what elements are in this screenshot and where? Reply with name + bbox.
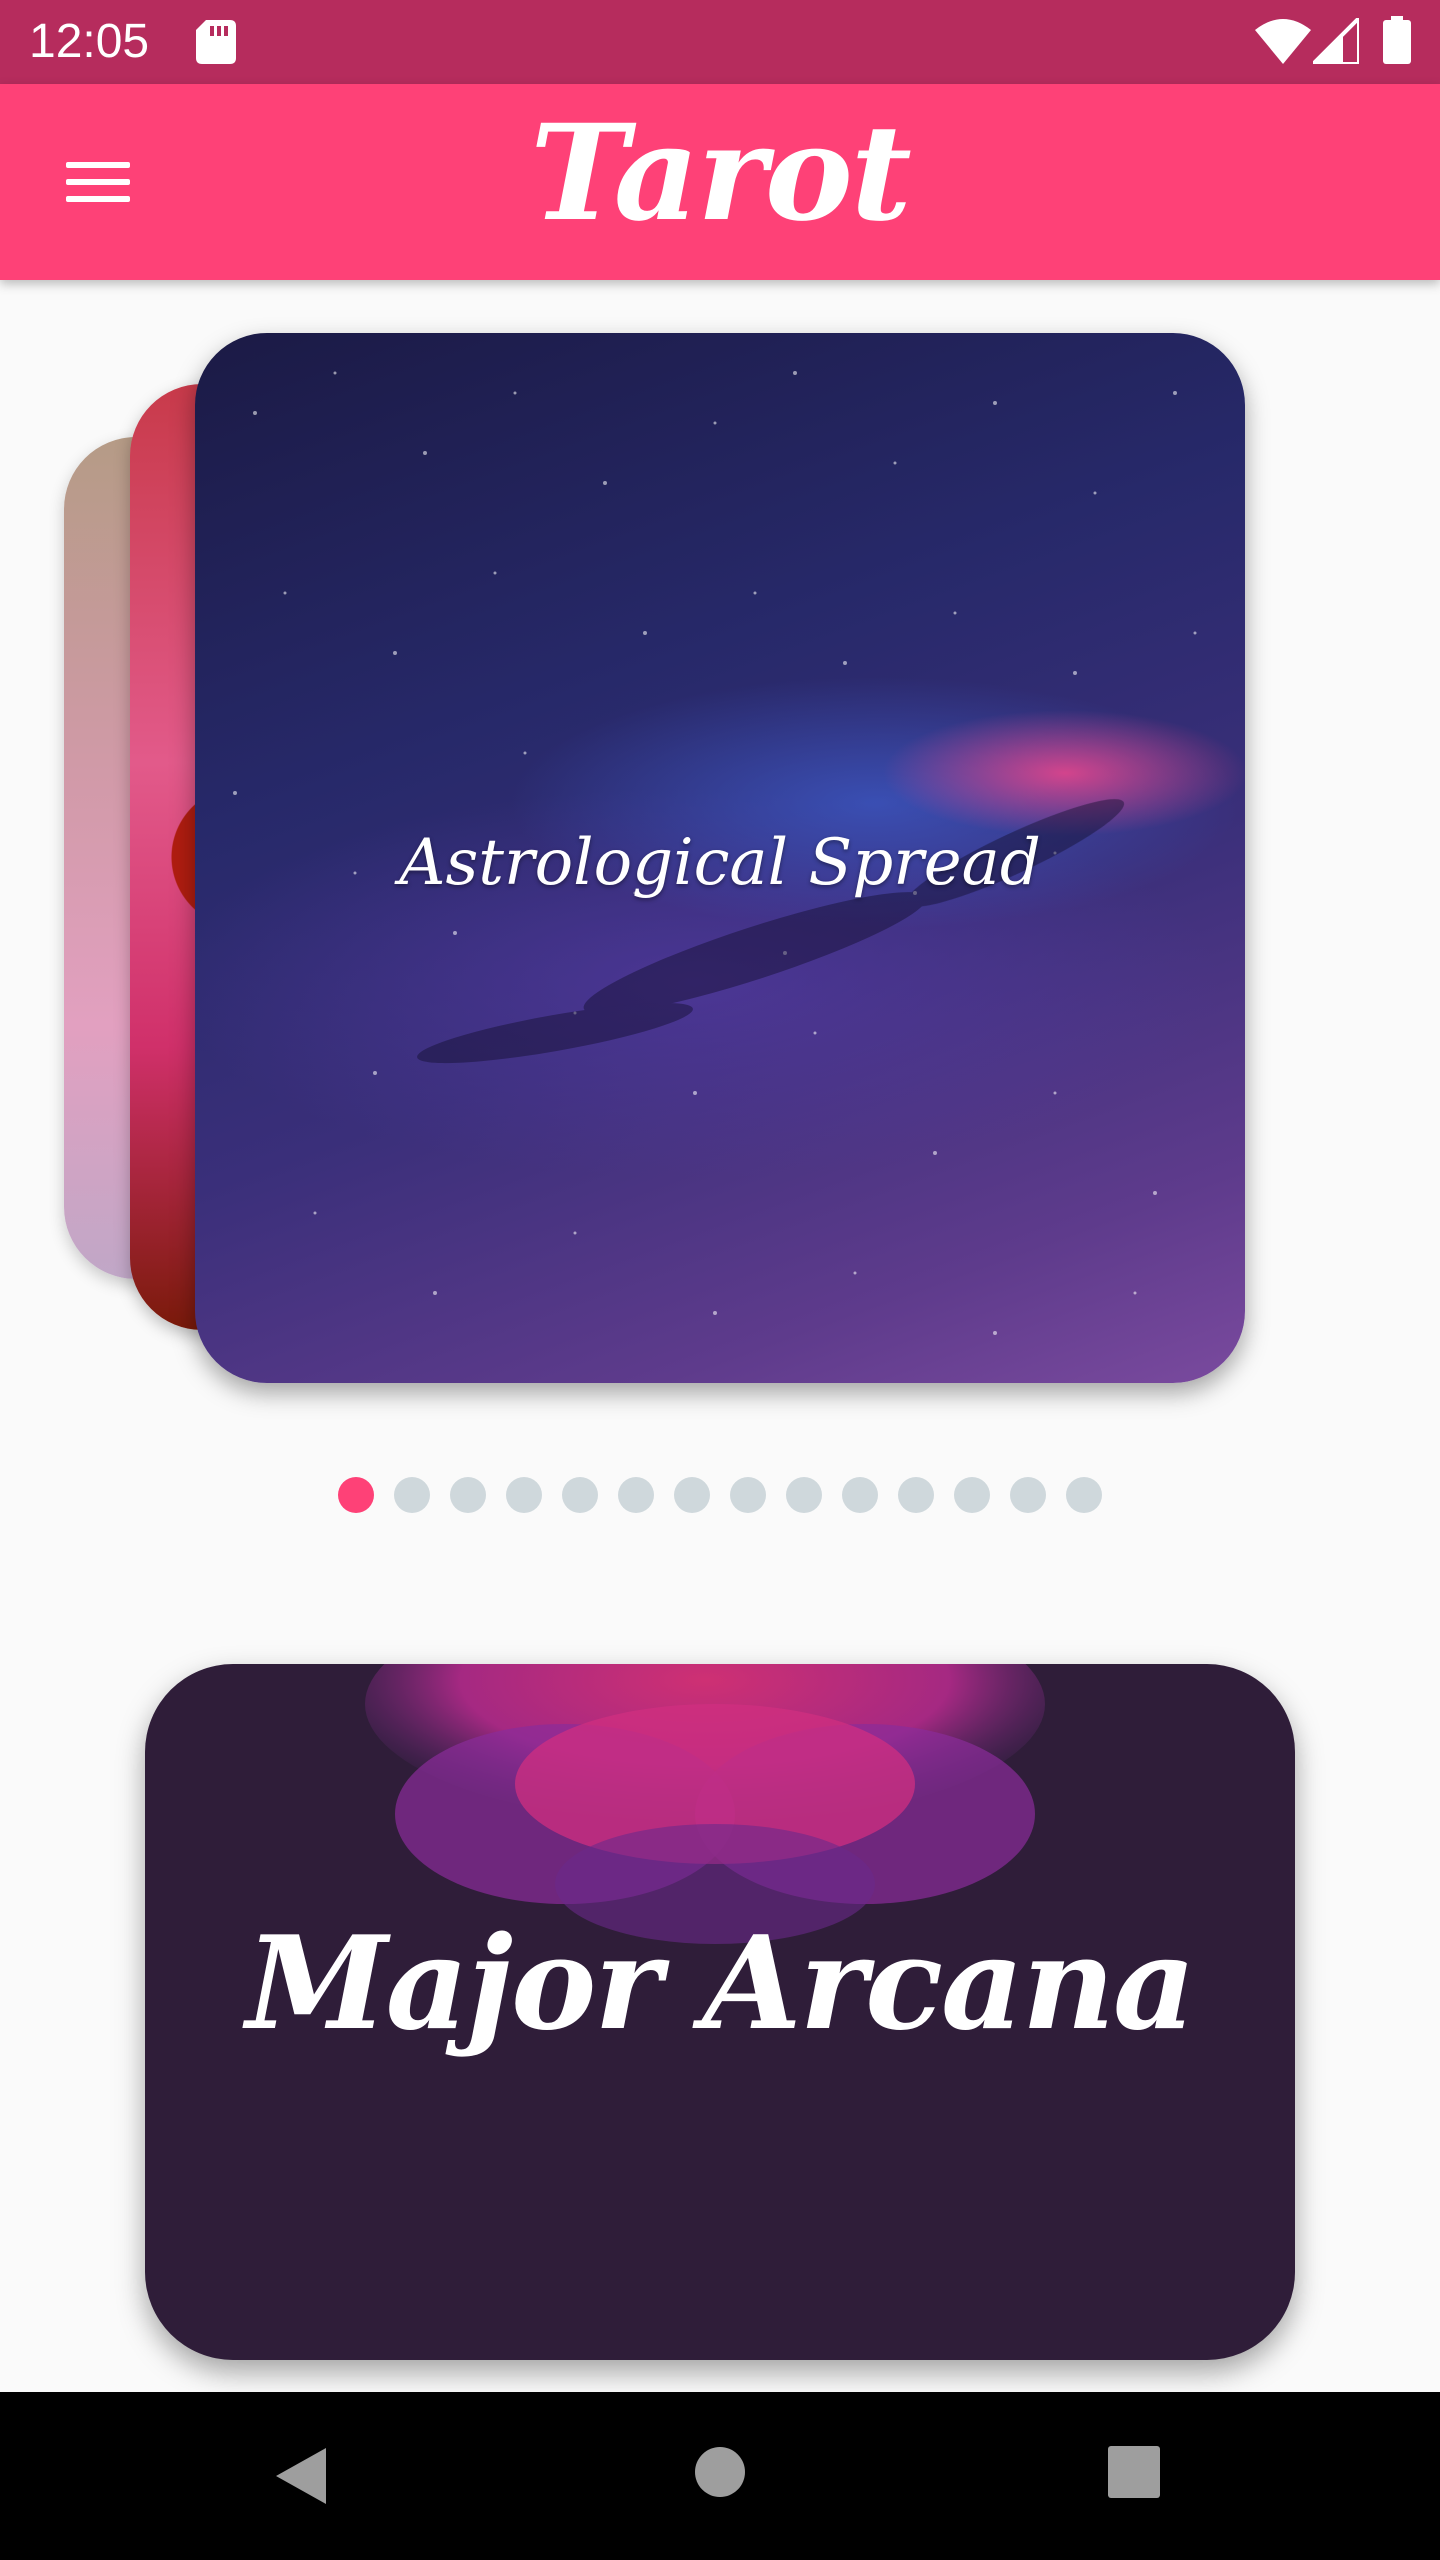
spread-carousel[interactable]: Astrological Spread bbox=[0, 300, 1440, 1440]
home-icon[interactable] bbox=[694, 2446, 746, 2498]
navigation-bar bbox=[0, 2392, 1440, 2560]
page-dot-10[interactable] bbox=[842, 1477, 878, 1513]
page-dot-3[interactable] bbox=[450, 1477, 486, 1513]
back-icon[interactable] bbox=[272, 2444, 328, 2508]
status-time: 12:05 bbox=[29, 15, 150, 68]
card-label: Astrological Spread bbox=[399, 826, 1041, 900]
page-dot-9[interactable] bbox=[786, 1477, 822, 1513]
page-dot-7[interactable] bbox=[674, 1477, 710, 1513]
tarot-screen: 12:05 Tarot Astrological Spread Major Ar… bbox=[0, 0, 1440, 2560]
page-dot-6[interactable] bbox=[618, 1477, 654, 1513]
page-dot-8[interactable] bbox=[730, 1477, 766, 1513]
page-dot-11[interactable] bbox=[898, 1477, 934, 1513]
status-bar: 12:05 bbox=[0, 0, 1440, 84]
wifi-icon bbox=[1255, 19, 1311, 64]
battery-icon bbox=[1383, 16, 1411, 64]
carousel-card-front[interactable]: Astrological Spread bbox=[195, 333, 1245, 1383]
page-dot-12[interactable] bbox=[954, 1477, 990, 1513]
page-dot-4[interactable] bbox=[506, 1477, 542, 1513]
sd-card-icon bbox=[196, 20, 236, 64]
app-bar: Tarot bbox=[0, 84, 1440, 280]
page-indicator bbox=[0, 1475, 1440, 1515]
recents-icon[interactable] bbox=[1108, 2446, 1160, 2498]
major-arcana-card[interactable]: Major Arcana bbox=[145, 1664, 1295, 2360]
signal-icon bbox=[1313, 18, 1359, 64]
page-dot-13[interactable] bbox=[1010, 1477, 1046, 1513]
page-dot-5[interactable] bbox=[562, 1477, 598, 1513]
page-dot-2[interactable] bbox=[394, 1477, 430, 1513]
major-arcana-title: Major Arcana bbox=[246, 1909, 1196, 2059]
page-dot-14[interactable] bbox=[1066, 1477, 1102, 1513]
app-title: Tarot bbox=[530, 96, 912, 251]
page-dot-1[interactable] bbox=[338, 1477, 374, 1513]
